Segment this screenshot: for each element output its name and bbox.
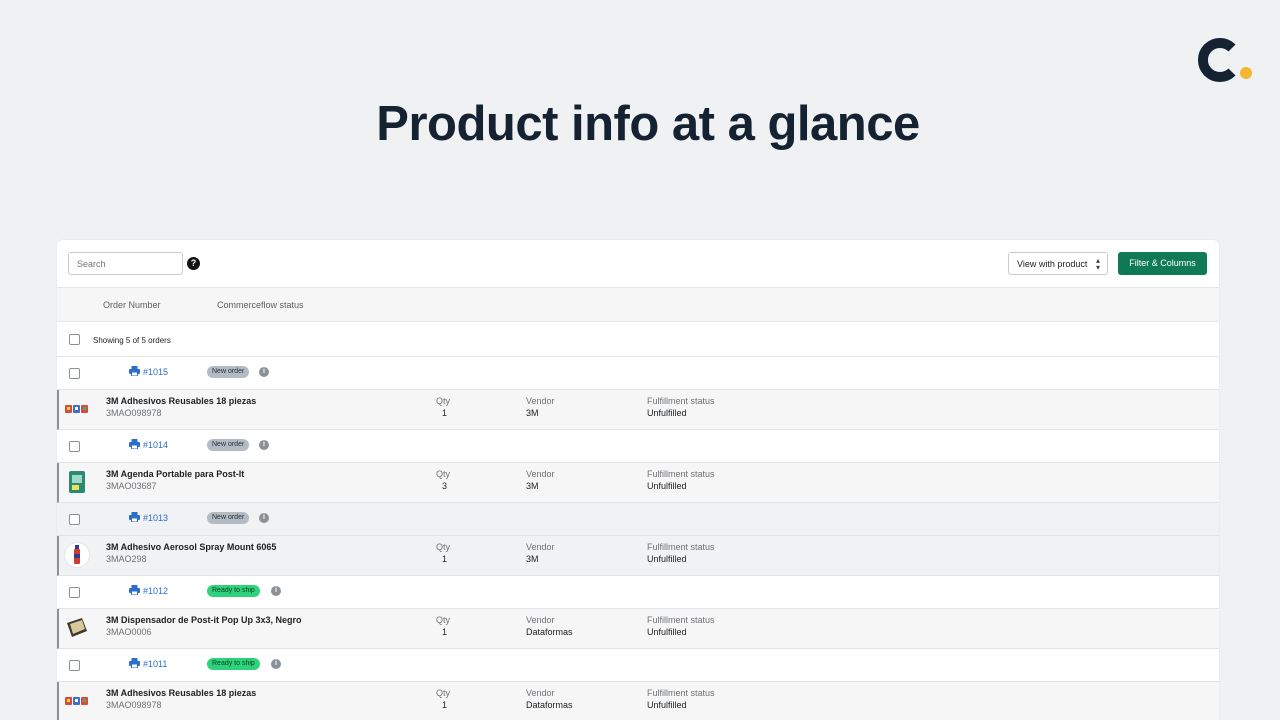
column-status[interactable]: Commerceflow status — [217, 300, 304, 310]
sort-caret-icon: ▴ ▾ — [1095, 256, 1100, 272]
hero-title: Product info at a glance — [376, 97, 920, 151]
vendor-value: 3M — [526, 408, 539, 418]
stickers-icon — [64, 688, 90, 714]
orders-list: #1015 New order i 3M Adhesivos Reusables 18… — [57, 357, 1219, 720]
product-sku: 3MAO098978 — [106, 408, 162, 418]
qty-value: 3 — [442, 481, 448, 491]
printer-icon[interactable] — [129, 366, 140, 376]
vendor-label: Vendor — [526, 615, 555, 625]
spray-can-icon — [64, 542, 90, 568]
showing-count: Showing 5 of 5 orders — [93, 336, 171, 345]
order-number-link[interactable]: #1014 — [143, 440, 168, 450]
printer-icon[interactable] — [129, 585, 140, 595]
order-checkbox[interactable] — [69, 514, 80, 525]
order-row[interactable]: #1013 New order i — [57, 503, 1219, 536]
vendor-value: 3M — [526, 554, 539, 564]
dispenser-icon — [64, 615, 90, 641]
product-sku: 3MAO298 — [106, 554, 147, 564]
vendor-label: Vendor — [526, 469, 555, 479]
order-row[interactable]: #1011 Ready to ship i — [57, 649, 1219, 682]
status-badge: New order — [207, 512, 250, 524]
select-all-row: Showing 5 of 5 orders — [57, 322, 1219, 357]
status-badge: Ready to ship — [207, 658, 260, 670]
qty-value: 1 — [442, 700, 448, 710]
order-checkbox[interactable] — [69, 660, 80, 671]
fulfillment-label: Fulfillment status — [647, 396, 715, 406]
fulfillment-label: Fulfillment status — [647, 469, 715, 479]
fulfillment-value: Unfulfilled — [647, 627, 687, 637]
vendor-value: Dataformas — [526, 700, 573, 710]
product-row: 3M Adhesivos Reusables 18 piezas 3MAO0989… — [57, 390, 1219, 430]
vendor-value: Dataformas — [526, 627, 573, 637]
fulfillment-value: Unfulfilled — [647, 481, 687, 491]
help-icon[interactable]: ? — [187, 257, 200, 270]
order-checkbox[interactable] — [69, 441, 80, 452]
order-number-link[interactable]: #1015 — [143, 367, 168, 377]
product-name: 3M Adhesivos Reusables 18 piezas — [106, 396, 257, 406]
product-sku: 3MAO0006 — [106, 627, 152, 637]
qty-label: Qty — [436, 542, 451, 552]
info-icon[interactable]: i — [271, 586, 281, 596]
qty-value: 1 — [442, 408, 448, 418]
product-row: 3M Adhesivos Reusables 18 piezas 3MAO0989… — [57, 682, 1219, 720]
toolbar: ? View with product ▴▾ Filter & Columns — [57, 240, 1219, 288]
vendor-value: 3M — [526, 481, 539, 491]
product-row: 3M Dispensador de Post-it Pop Up 3x3, Ne… — [57, 609, 1219, 649]
status-badge: Ready to ship — [207, 585, 260, 597]
brand-logo — [1197, 38, 1252, 82]
column-order-number[interactable]: Order Number — [103, 300, 161, 310]
product-name: 3M Agenda Portable para Post-It — [106, 469, 245, 479]
view-select-label: View with product — [1017, 259, 1088, 269]
qty-value: 1 — [442, 627, 448, 637]
vendor-label: Vendor — [526, 542, 555, 552]
product-row: 3M Agenda Portable para Post-It 3MAO03687… — [57, 463, 1219, 503]
info-icon[interactable]: i — [259, 440, 269, 450]
product-sku: 3MAO098978 — [106, 700, 162, 710]
view-select[interactable]: View with product ▴ ▾ — [1008, 252, 1108, 275]
product-name: 3M Dispensador de Post-it Pop Up 3x3, Ne… — [106, 615, 302, 625]
product-sku: 3MAO03687 — [106, 481, 157, 491]
agenda-icon — [64, 469, 90, 495]
product-name: 3M Adhesivo Aerosol Spray Mount 6065 — [106, 542, 277, 552]
order-row[interactable]: #1014 New order i — [57, 430, 1219, 463]
orders-panel: ? View with product ▴▾ Filter & Columns … — [57, 240, 1219, 720]
qty-label: Qty — [436, 396, 451, 406]
vendor-label: Vendor — [526, 396, 555, 406]
order-checkbox[interactable] — [69, 587, 80, 598]
printer-icon[interactable] — [129, 439, 140, 449]
order-number-link[interactable]: #1012 — [143, 586, 168, 596]
qty-label: Qty — [436, 615, 451, 625]
fulfillment-value: Unfulfilled — [647, 408, 687, 418]
fulfillment-label: Fulfillment status — [647, 688, 715, 698]
status-badge: New order — [207, 439, 250, 451]
order-number-link[interactable]: #1013 — [143, 513, 168, 523]
product-row: 3M Adhesivo Aerosol Spray Mount 6065 3MAO… — [57, 536, 1219, 576]
column-header: Order Number Commerceflow status — [57, 288, 1219, 322]
printer-icon[interactable] — [129, 658, 140, 668]
qty-label: Qty — [436, 688, 451, 698]
vendor-label: Vendor — [526, 688, 555, 698]
fulfillment-value: Unfulfilled — [647, 700, 687, 710]
order-checkbox[interactable] — [69, 368, 80, 379]
search-input[interactable] — [68, 252, 183, 275]
order-row[interactable]: #1015 New order i — [57, 357, 1219, 390]
filter-columns-button[interactable]: Filter & Columns — [1118, 252, 1207, 275]
qty-label: Qty — [436, 469, 451, 479]
fulfillment-value: Unfulfilled — [647, 554, 687, 564]
fulfillment-label: Fulfillment status — [647, 542, 715, 552]
qty-value: 1 — [442, 554, 448, 564]
info-icon[interactable]: i — [259, 367, 269, 377]
info-icon[interactable]: i — [259, 513, 269, 523]
info-icon[interactable]: i — [271, 659, 281, 669]
order-row[interactable]: #1012 Ready to ship i — [57, 576, 1219, 609]
status-badge: New order — [207, 366, 250, 378]
select-all-checkbox[interactable] — [69, 334, 80, 345]
printer-icon[interactable] — [129, 512, 140, 522]
fulfillment-label: Fulfillment status — [647, 615, 715, 625]
product-name: 3M Adhesivos Reusables 18 piezas — [106, 688, 257, 698]
stickers-icon — [64, 396, 90, 422]
order-number-link[interactable]: #1011 — [143, 659, 167, 669]
